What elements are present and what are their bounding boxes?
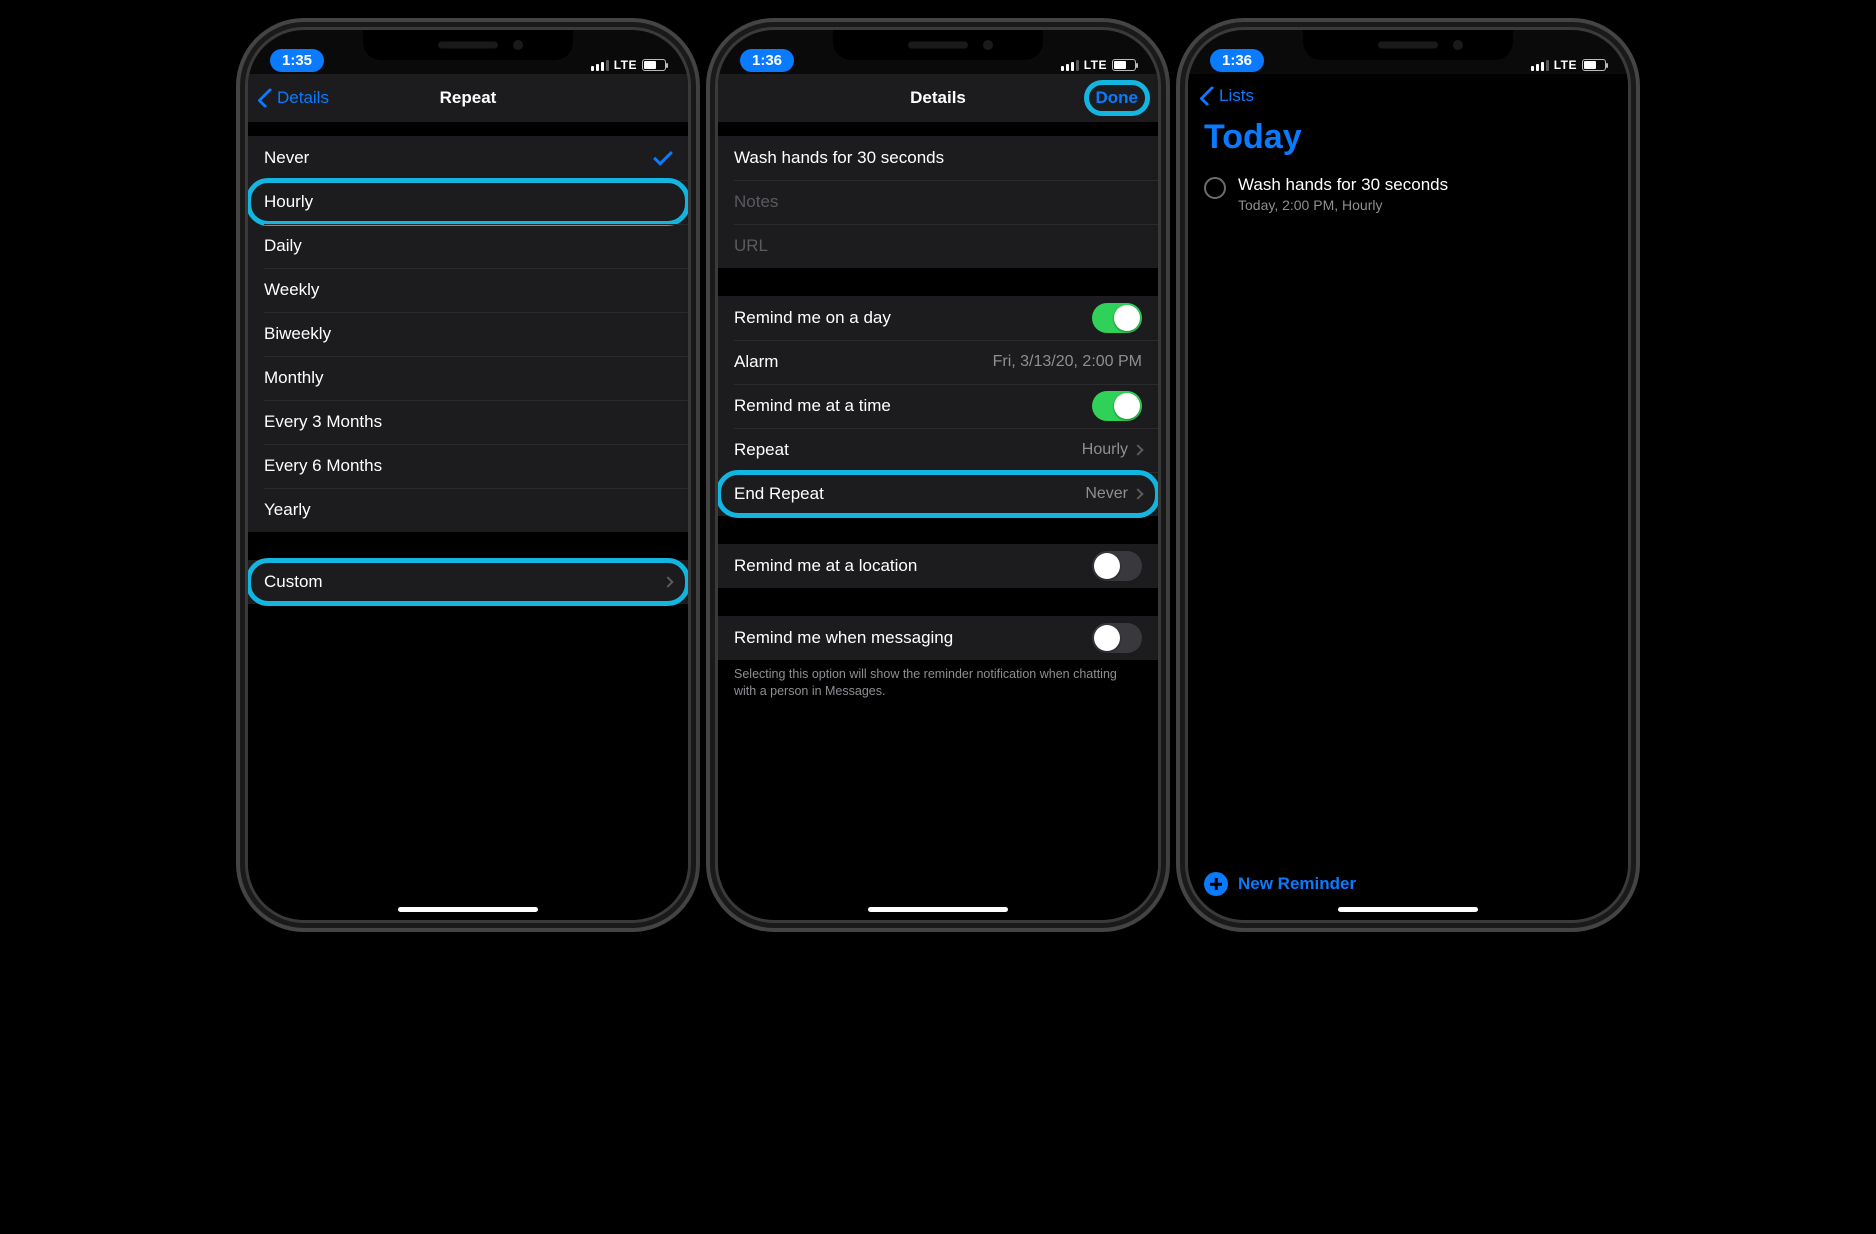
toggle-remind-messaging[interactable]	[1092, 623, 1142, 653]
toggle-remind-time[interactable]	[1092, 391, 1142, 421]
back-label: Details	[277, 88, 329, 108]
carrier-label: LTE	[1554, 58, 1577, 72]
repeat-row[interactable]: Repeat Hourly	[718, 428, 1158, 472]
toggle-remind-location[interactable]	[1092, 551, 1142, 581]
home-indicator[interactable]	[1338, 907, 1478, 912]
notes-field[interactable]: Notes	[718, 180, 1158, 224]
notch	[363, 30, 573, 60]
phone-frame-2: 1:36 LTE Details Done Wash hands for 30 …	[718, 30, 1158, 920]
reminder-title: Wash hands for 30 seconds	[1238, 175, 1448, 195]
back-label: Lists	[1219, 86, 1254, 106]
content-area: Never Hourly Daily Weekly Biweekly Month…	[248, 122, 688, 920]
chevron-left-icon	[257, 88, 278, 109]
url-field[interactable]: URL	[718, 224, 1158, 268]
alarm-row[interactable]: Alarm Fri, 3/13/20, 2:00 PM	[718, 340, 1158, 384]
reminder-checkbox[interactable]	[1204, 177, 1226, 199]
status-time-pill: 1:35	[270, 49, 324, 72]
remind-at-location-row[interactable]: Remind me at a location	[718, 544, 1158, 588]
chevron-right-icon	[1132, 444, 1143, 455]
remind-at-time-row[interactable]: Remind me at a time	[718, 384, 1158, 428]
repeat-option-6months[interactable]: Every 6 Months	[248, 444, 688, 488]
battery-icon	[1112, 59, 1136, 71]
status-time-pill: 1:36	[740, 49, 794, 72]
content-area: Wash hands for 30 seconds Notes URL Remi…	[718, 122, 1158, 920]
repeat-option-3months[interactable]: Every 3 Months	[248, 400, 688, 444]
repeat-options-group: Never Hourly Daily Weekly Biweekly Month…	[248, 136, 688, 532]
messaging-footnote: Selecting this option will show the remi…	[718, 660, 1158, 700]
reminder-item[interactable]: Wash hands for 30 seconds Today, 2:00 PM…	[1204, 175, 1612, 213]
page-title: Today	[1204, 118, 1612, 157]
reminder-title-field[interactable]: Wash hands for 30 seconds	[718, 136, 1158, 180]
nav-bar: Details Repeat	[248, 74, 688, 122]
phone-frame-3: 1:36 LTE Lists Today Wash hands for 30 s…	[1188, 30, 1628, 920]
chevron-right-icon	[662, 576, 673, 587]
end-repeat-row[interactable]: End Repeat Never	[718, 472, 1158, 516]
toggle-remind-day[interactable]	[1092, 303, 1142, 333]
phone-frame-1: 1:35 LTE Details Repeat Never Hourly Dai…	[248, 30, 688, 920]
content-area: Lists Today Wash hands for 30 seconds To…	[1188, 74, 1628, 920]
home-indicator[interactable]	[868, 907, 1008, 912]
remind-on-day-row[interactable]: Remind me on a day	[718, 296, 1158, 340]
custom-group: Custom	[248, 560, 688, 604]
back-button[interactable]: Lists	[1204, 74, 1612, 106]
back-button[interactable]: Details	[262, 88, 329, 108]
carrier-label: LTE	[1084, 58, 1107, 72]
chevron-left-icon	[1199, 86, 1220, 107]
remind-when-messaging-row[interactable]: Remind me when messaging	[718, 616, 1158, 660]
repeat-option-never[interactable]: Never	[248, 136, 688, 180]
repeat-option-daily[interactable]: Daily	[248, 224, 688, 268]
repeat-option-custom[interactable]: Custom	[248, 560, 688, 604]
home-indicator[interactable]	[398, 907, 538, 912]
signal-icon	[1531, 60, 1549, 71]
signal-icon	[591, 60, 609, 71]
checkmark-icon	[653, 146, 673, 166]
repeat-option-biweekly[interactable]: Biweekly	[248, 312, 688, 356]
status-time-pill: 1:36	[1210, 49, 1264, 72]
done-button[interactable]: Done	[1090, 84, 1145, 112]
repeat-option-weekly[interactable]: Weekly	[248, 268, 688, 312]
plus-circle-icon	[1204, 872, 1228, 896]
notch	[833, 30, 1043, 60]
repeat-option-monthly[interactable]: Monthly	[248, 356, 688, 400]
repeat-option-hourly[interactable]: Hourly	[248, 180, 688, 224]
carrier-label: LTE	[614, 58, 637, 72]
signal-icon	[1061, 60, 1079, 71]
new-reminder-button[interactable]: New Reminder	[1204, 872, 1356, 896]
reminder-subtitle: Today, 2:00 PM, Hourly	[1238, 197, 1448, 213]
battery-icon	[1582, 59, 1606, 71]
battery-icon	[642, 59, 666, 71]
repeat-option-yearly[interactable]: Yearly	[248, 488, 688, 532]
notch	[1303, 30, 1513, 60]
chevron-right-icon	[1132, 488, 1143, 499]
nav-bar: Details Done	[718, 74, 1158, 122]
